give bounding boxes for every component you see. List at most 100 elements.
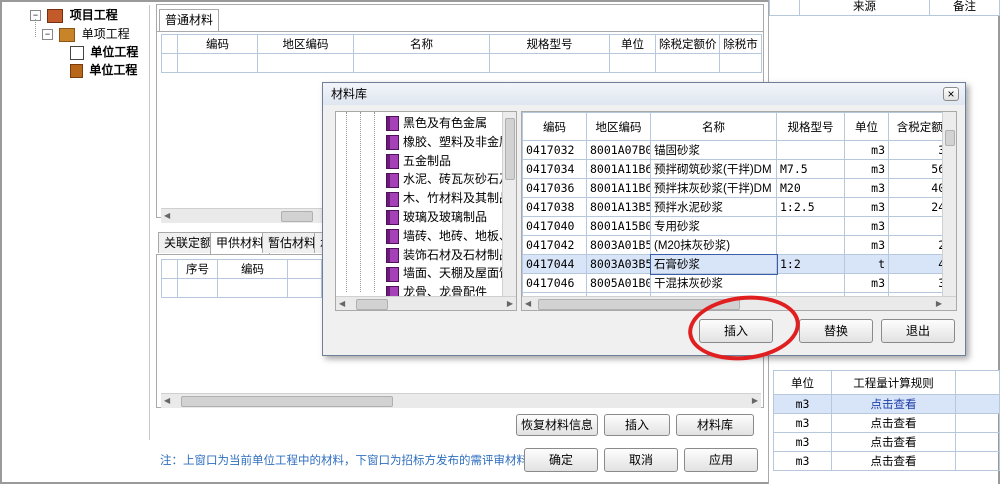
exit-button[interactable]: 退出: [881, 319, 955, 343]
cell-area: 8001A13B57BV: [586, 197, 651, 217]
category-item[interactable]: 墙面、天棚及屋面饰面: [386, 264, 516, 282]
cell-spec: [776, 235, 845, 255]
table-row[interactable]: 04170408001A15B01BV专用砂浆m311: [522, 216, 956, 236]
table-row[interactable]: 04170468005A01B01BV干混抹灰砂浆m3372: [522, 273, 956, 293]
category-item[interactable]: 橡胶、塑料及非金属材料: [386, 133, 516, 151]
col-remark[interactable]: 备注: [929, 0, 1000, 16]
category-item[interactable]: 玻璃及玻璃制品: [386, 208, 487, 226]
col-source[interactable]: 来源: [799, 0, 930, 16]
tab-related-quota[interactable]: 关联定额: [158, 232, 219, 253]
tab-owner-supplied[interactable]: 甲供材料: [210, 232, 271, 255]
cell-area: 8003A03B53BT: [586, 254, 651, 274]
book-icon: [386, 191, 399, 207]
category-item[interactable]: 墙砖、地砖、地板、地毯: [386, 227, 516, 245]
category-item[interactable]: 五金制品: [386, 152, 451, 170]
table-row[interactable]: 04170348001A11B65BV预拌砌筑砂浆(干拌)DMM7.5m3561…: [522, 159, 956, 179]
cell-code: 0417044: [522, 254, 587, 274]
col-market-ex-tax[interactable]: 除税市: [719, 34, 762, 54]
table-row[interactable]: [161, 53, 762, 73]
material-library-button[interactable]: 材料库: [676, 414, 754, 436]
table-row[interactable]: m3 点击查看: [773, 413, 1000, 433]
book-icon: [386, 116, 399, 132]
horizontal-scrollbar[interactable]: ◀: [161, 208, 329, 223]
book-icon: [386, 172, 399, 188]
category-item[interactable]: 水泥、砖瓦灰砂石及混凝土: [386, 170, 516, 188]
view-link[interactable]: 点击查看: [831, 413, 956, 433]
cell-name: 干混抹灰砂浆: [650, 273, 777, 293]
col-spec[interactable]: 规格型号: [776, 112, 845, 141]
table-row[interactable]: 04170368001A11B67BV预拌抹灰砂浆(干拌)DMM20m3401.: [522, 178, 956, 198]
col-unit[interactable]: 单位: [773, 370, 832, 395]
project-tree: − 项目工程 − 单项工程 单位工程 单位工程: [30, 5, 150, 440]
horizontal-scrollbar[interactable]: ◀ ▶: [336, 296, 516, 310]
tree-node-unit-2[interactable]: 单位工程: [70, 62, 137, 79]
cell-spec: [776, 216, 845, 236]
col-spec[interactable]: 规格型号: [489, 34, 610, 54]
table-row[interactable]: [161, 278, 322, 298]
table-row[interactable]: 04170328001A07B01BV锚固砂浆m3361: [522, 140, 956, 160]
table-row[interactable]: 04170388001A13B57BV预拌水泥砂浆1:2.5m3241.: [522, 197, 956, 217]
col-code[interactable]: 编码: [217, 259, 288, 279]
cell-unit: m3: [844, 235, 889, 255]
col-seq[interactable]: 序号: [177, 259, 218, 279]
col-code[interactable]: 编码: [177, 34, 258, 54]
cell-spec: M7.5: [776, 159, 845, 179]
cell-unit: m3: [844, 178, 889, 198]
dialog-title-bar[interactable]: 材料库: [323, 83, 965, 105]
cell-unit: m3: [844, 216, 889, 236]
col-code[interactable]: 编码: [522, 112, 587, 141]
cancel-button[interactable]: 取消: [604, 448, 678, 472]
category-item[interactable]: 装饰石材及石材制品: [386, 246, 511, 264]
col-calc-rule[interactable]: 工程量计算规则: [831, 370, 956, 395]
tree-node-unit-1[interactable]: 单位工程: [70, 44, 138, 61]
insert-button[interactable]: 插入: [604, 414, 670, 436]
table-row[interactable]: 04170448003A03B53BT石膏砂浆1:2t418: [522, 253, 956, 275]
restore-material-button[interactable]: 恢复材料信息: [516, 414, 598, 436]
tree-node-sub-project[interactable]: − 单项工程: [42, 26, 130, 43]
col-area-code[interactable]: 地区编码: [257, 34, 354, 54]
close-icon[interactable]: ×: [943, 87, 959, 101]
book-open-icon: [70, 45, 84, 60]
table-row[interactable]: m3 点击查看: [773, 432, 1000, 452]
cell-unit: m3: [844, 159, 889, 179]
cell-name: 锚固砂浆: [650, 140, 777, 160]
view-link[interactable]: 点击查看: [831, 394, 956, 414]
tab-common-materials[interactable]: 普通材料: [159, 9, 220, 32]
category-item[interactable]: 黑色及有色金属: [386, 114, 487, 132]
note-text: 注：上窗口为当前单位工程中的材料，下窗口为招标方发布的需评审材料。: [160, 455, 540, 467]
book-icon: [386, 247, 399, 263]
category-tree: 黑色及有色金属橡胶、塑料及非金属材料五金制品水泥、砖瓦灰砂石及混凝土木、竹材料及…: [335, 111, 517, 311]
vertical-scrollbar[interactable]: [942, 112, 956, 296]
view-link[interactable]: 点击查看: [831, 432, 956, 452]
right-top-table: 来源 备注: [769, 0, 1000, 16]
material-list-panel: 编码 地区编码 名称 规格型号 单位 含税定额价 0417032 8001A07B…: [521, 111, 957, 311]
view-link[interactable]: 点击查看: [831, 451, 956, 471]
col-unit[interactable]: 单位: [609, 34, 656, 54]
replace-button[interactable]: 替换: [799, 319, 873, 343]
collapse-icon[interactable]: −: [42, 29, 53, 41]
apply-button[interactable]: 应用: [684, 448, 758, 472]
table-row[interactable]: m3 点击查看: [773, 394, 1000, 414]
table-row[interactable]: m3 点击查看: [773, 451, 1000, 471]
col-unit[interactable]: 单位: [844, 112, 889, 141]
cell-code: 0417042: [522, 235, 587, 255]
col-name[interactable]: 名称: [650, 112, 777, 141]
cell-area: 8001A11B65BV: [586, 159, 651, 179]
cell-code: 0417032: [522, 140, 587, 160]
cell-unit: m3: [844, 273, 889, 293]
col-price-ex-tax[interactable]: 除税定额价: [655, 34, 720, 54]
cell-area: 8001A15B01BV: [586, 216, 651, 236]
tab-provisional[interactable]: 暂估材料: [262, 232, 323, 253]
cell-name: 预拌砌筑砂浆(干拌)DM: [650, 159, 777, 179]
category-item[interactable]: 木、竹材料及其制品: [386, 189, 511, 207]
horizontal-scrollbar[interactable]: ◀ ▶: [161, 393, 761, 408]
cell-unit: t: [844, 254, 889, 274]
table-row[interactable]: 04170428003A01B51BV(M20抹灰砂浆)m3259: [522, 235, 956, 255]
ok-button[interactable]: 确定: [524, 448, 598, 472]
tree-node-project[interactable]: − 项目工程: [30, 7, 118, 24]
vertical-scrollbar[interactable]: [502, 112, 516, 296]
book-icon: [386, 210, 399, 226]
col-area-code[interactable]: 地区编码: [586, 112, 651, 141]
col-name[interactable]: 名称: [353, 34, 490, 54]
table-header-row: 编码 地区编码 名称 规格型号 单位 含税定额价: [522, 112, 956, 141]
